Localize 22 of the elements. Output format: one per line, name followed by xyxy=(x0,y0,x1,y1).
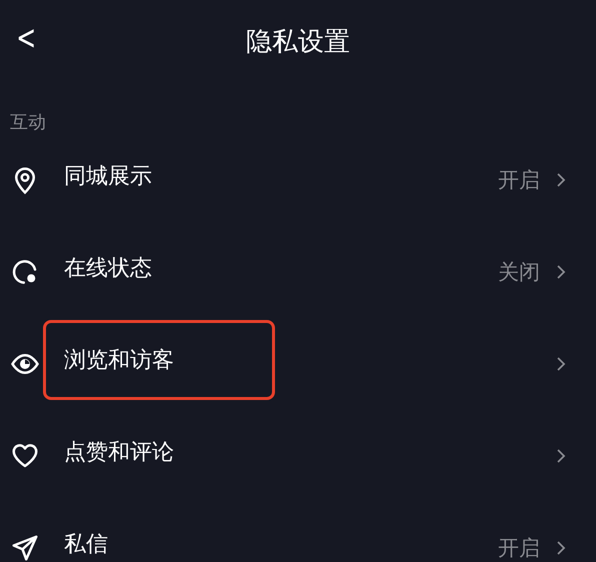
row-label: 浏览和访客 xyxy=(64,348,174,373)
settings-row[interactable]: 私信 开启 xyxy=(0,502,596,562)
row-value: 开启 xyxy=(498,535,540,562)
row-label: 私信 xyxy=(64,532,108,557)
send-icon xyxy=(10,533,40,562)
row-value: 开启 xyxy=(498,167,540,194)
chevron-right-icon xyxy=(556,448,566,464)
back-button[interactable]: < xyxy=(12,18,40,58)
row-label: 点赞和评论 xyxy=(64,440,174,465)
chevron-right-icon xyxy=(556,540,566,556)
settings-row[interactable]: 在线状态 关闭 xyxy=(0,226,596,318)
row-label: 在线状态 xyxy=(64,256,152,281)
row-label: 同城展示 xyxy=(64,164,152,189)
chevron-right-icon xyxy=(556,172,566,188)
settings-row[interactable]: 点赞和评论 xyxy=(0,410,596,502)
settings-row[interactable]: 同城展示 开启 xyxy=(0,134,596,226)
section-label: 互动 xyxy=(9,111,47,134)
chevron-right-icon xyxy=(556,356,566,372)
chevron-right-icon xyxy=(556,264,566,280)
page-title: 隐私设置 xyxy=(246,26,350,58)
row-value: 关闭 xyxy=(498,259,540,286)
settings-row[interactable]: 浏览和访客 xyxy=(0,318,596,410)
